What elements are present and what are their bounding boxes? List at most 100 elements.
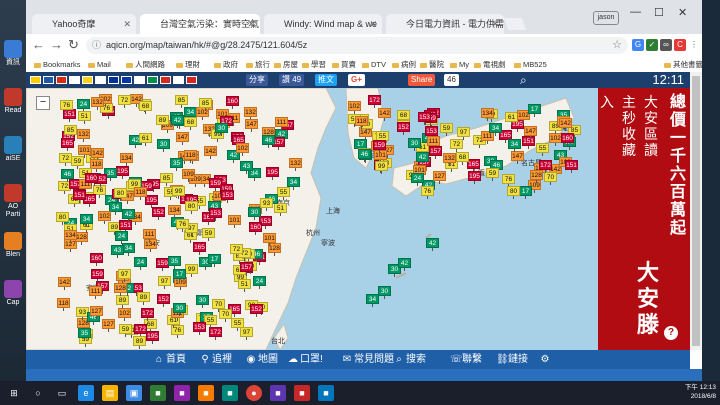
search-icon[interactable]: ⌕ xyxy=(520,73,527,88)
aqi-marker[interactable]: 128 xyxy=(114,283,127,296)
aqi-marker[interactable]: 43 xyxy=(111,245,124,258)
aqi-marker[interactable]: 89 xyxy=(133,336,146,349)
bookmark-item[interactable]: 電視劇 xyxy=(474,58,506,72)
share-button[interactable]: Share xyxy=(408,74,436,86)
aqi-marker[interactable]: 134 xyxy=(144,239,157,252)
aqi-marker[interactable]: 128 xyxy=(530,170,543,183)
aqi-marker[interactable]: 152 xyxy=(250,304,263,317)
app-icon[interactable]: ■ xyxy=(270,385,286,401)
translate-icon[interactable]: G xyxy=(632,39,644,51)
app-icon[interactable]: ■ xyxy=(294,385,310,401)
aqi-marker[interactable]: 151 xyxy=(73,190,86,203)
aqi-marker[interactable]: 147 xyxy=(511,151,524,164)
aqi-marker[interactable]: 89 xyxy=(137,292,150,305)
aqi-marker[interactable]: 55 xyxy=(277,187,290,200)
aqi-marker[interactable]: 76 xyxy=(502,174,515,187)
user-profile-button[interactable]: jason xyxy=(593,11,619,25)
language-flag-icon[interactable] xyxy=(173,76,184,84)
language-flag-icon[interactable] xyxy=(56,76,67,84)
aqi-marker[interactable]: 80 xyxy=(56,212,69,225)
close-window-icon[interactable]: ✕ xyxy=(678,6,687,19)
aqi-marker[interactable]: 46 xyxy=(61,169,74,182)
aqi-marker[interactable]: 76 xyxy=(60,100,73,113)
aqi-marker[interactable]: 24 xyxy=(411,173,424,186)
aqi-marker[interactable]: 85 xyxy=(64,125,77,138)
app-icon[interactable]: ■ xyxy=(150,385,166,401)
aqi-marker[interactable]: 111 xyxy=(275,117,288,130)
tweet-button[interactable]: 推文 xyxy=(315,74,337,86)
aqi-marker[interactable]: 80 xyxy=(507,186,520,199)
bottom-nav-item[interactable]: ◉ 地圖 xyxy=(246,352,278,367)
tab-power[interactable]: 今日電力資訊 - 電力供需 ✕ xyxy=(386,14,504,34)
aqi-marker[interactable]: 195 xyxy=(116,166,129,179)
aqi-marker[interactable]: 142 xyxy=(378,108,391,121)
aqi-marker[interactable]: 99 xyxy=(375,161,388,174)
fb-like-button[interactable]: 讚 49 xyxy=(279,74,305,86)
aqi-marker[interactable]: 102 xyxy=(236,143,249,156)
aqi-marker[interactable]: 68 xyxy=(456,152,469,165)
desktop-icon[interactable]: AO Parti xyxy=(1,184,25,219)
aqi-marker[interactable]: 76 xyxy=(176,219,189,232)
bookmark-item[interactable]: 人間網路 xyxy=(126,58,165,72)
aqi-marker[interactable]: 134 xyxy=(64,230,77,243)
desktop-icon[interactable]: Cap xyxy=(1,280,25,307)
aqi-marker[interactable]: 142 xyxy=(204,146,217,159)
aqi-marker[interactable]: 42 xyxy=(426,238,439,251)
aqi-marker[interactable]: 134 xyxy=(481,108,494,121)
aqi-marker[interactable]: 17 xyxy=(208,254,221,267)
aqi-marker[interactable]: 70 xyxy=(212,299,225,312)
aqi-marker[interactable]: 172 xyxy=(368,95,381,108)
extension-c-icon[interactable]: C xyxy=(674,39,686,51)
bottom-nav-item[interactable]: ⌕ 搜索 xyxy=(394,352,426,367)
app-icon[interactable]: ■ xyxy=(318,385,334,401)
aqi-marker[interactable]: 17 xyxy=(528,104,541,117)
aqi-marker[interactable]: 111 xyxy=(427,136,440,149)
language-flag-icon[interactable] xyxy=(69,76,80,84)
aqi-marker[interactable]: 101 xyxy=(374,150,387,163)
aqi-marker[interactable]: 34 xyxy=(80,214,93,227)
aqi-marker[interactable]: 34 xyxy=(287,177,300,190)
aqi-marker[interactable]: 159 xyxy=(209,178,222,191)
language-flag-icon[interactable] xyxy=(108,76,119,84)
aqi-marker[interactable]: 24 xyxy=(115,231,128,244)
aqi-marker[interactable]: 30 xyxy=(408,138,421,151)
bookmark-item[interactable]: 病例 xyxy=(392,58,416,72)
aqi-marker[interactable]: 172 xyxy=(539,160,552,173)
aqi-marker[interactable]: 24 xyxy=(77,99,90,112)
aqi-marker[interactable]: 17 xyxy=(519,186,532,199)
aqi-marker[interactable]: 172 xyxy=(209,327,222,340)
aqi-marker[interactable]: 111 xyxy=(143,229,156,242)
language-flag-icon[interactable] xyxy=(147,76,158,84)
bottom-nav-item[interactable]: ☁ 口罩! xyxy=(288,352,323,367)
aqi-marker[interactable]: 61 xyxy=(139,133,152,146)
tab-aqicn[interactable]: 台灣空氣污染：實時空氣 ✕ xyxy=(140,14,260,34)
bookmark-item[interactable]: 旅行 xyxy=(246,58,270,72)
bookmark-item[interactable]: 其他書籤 xyxy=(664,58,703,72)
desktop-icon[interactable]: aiSE xyxy=(1,136,25,163)
aqi-marker[interactable]: 68 xyxy=(139,101,152,114)
aqi-marker[interactable]: 165 xyxy=(61,138,74,151)
aqi-marker[interactable]: 165 xyxy=(193,242,206,255)
aqi-marker[interactable]: 46 xyxy=(262,135,275,148)
aqi-marker[interactable]: 72 xyxy=(230,244,243,257)
aqi-marker[interactable]: 35 xyxy=(78,328,91,341)
aqi-marker[interactable]: 59 xyxy=(486,168,499,181)
aqi-marker[interactable]: 134 xyxy=(168,205,181,218)
language-flag-icon[interactable] xyxy=(134,76,145,84)
aqi-marker[interactable]: 132 xyxy=(91,97,104,110)
minimize-icon[interactable]: — xyxy=(630,6,641,18)
aqi-marker[interactable]: 17 xyxy=(173,269,186,282)
bookmark-item[interactable]: 學習 xyxy=(302,58,326,72)
aqi-marker[interactable]: 51 xyxy=(78,111,91,124)
gplus-button[interactable]: G+ xyxy=(348,74,365,86)
bottom-nav-item[interactable]: ☏聯繫 xyxy=(450,352,482,367)
aqi-marker[interactable]: 24 xyxy=(253,276,266,289)
aqi-marker[interactable]: 157 xyxy=(240,262,253,275)
aqi-marker[interactable]: 160 xyxy=(85,173,98,186)
app-icon[interactable]: ■ xyxy=(198,385,214,401)
bottom-nav-item[interactable]: ⌂ 首頁 xyxy=(154,352,186,367)
scrollbar[interactable] xyxy=(690,72,702,350)
aqi-marker[interactable]: 195 xyxy=(468,171,481,184)
app-icon[interactable]: ■ xyxy=(174,385,190,401)
aqi-marker[interactable]: 152 xyxy=(157,294,170,307)
